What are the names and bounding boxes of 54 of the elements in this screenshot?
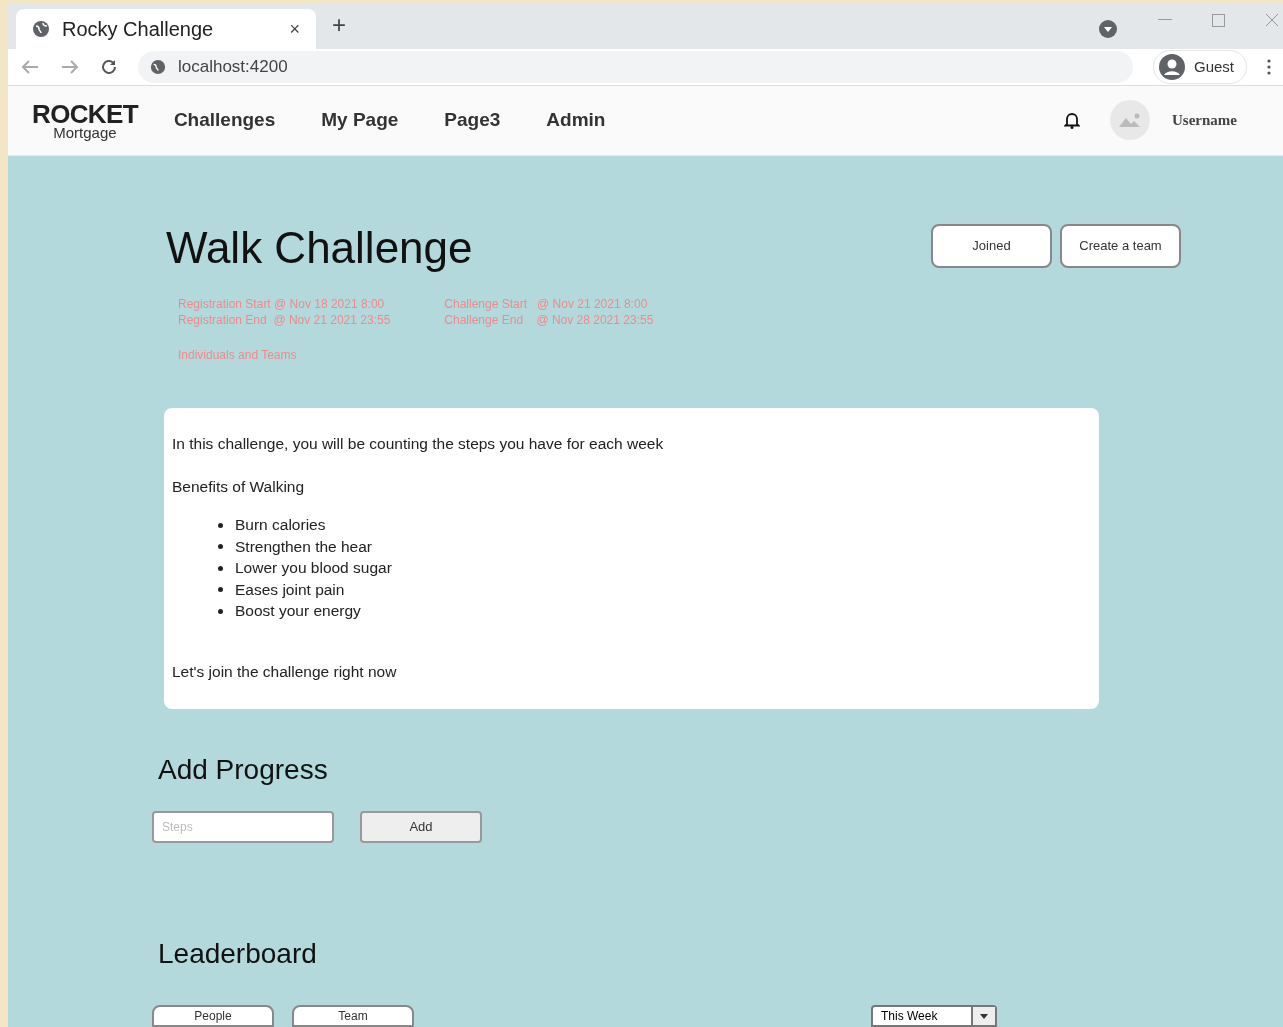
nav-link[interactable]: Challenges bbox=[173, 106, 276, 135]
bell-icon[interactable] bbox=[1064, 111, 1080, 130]
leaderboard-tab[interactable]: Team bbox=[292, 1005, 414, 1027]
caret-icon bbox=[980, 1013, 988, 1019]
globe-icon bbox=[32, 20, 50, 39]
leaderboard-tab[interactable]: People bbox=[152, 1005, 274, 1027]
close-icon[interactable] bbox=[1265, 13, 1279, 28]
username[interactable]: Username bbox=[1172, 109, 1237, 132]
bullet-icon bbox=[218, 522, 223, 528]
person-icon bbox=[1157, 53, 1186, 82]
action-button[interactable]: Create a team bbox=[1060, 223, 1181, 268]
maximize-icon[interactable] bbox=[1212, 14, 1225, 28]
add-button[interactable]: Add bbox=[360, 811, 482, 843]
period-dropdown[interactable]: This Week bbox=[871, 1005, 997, 1027]
benefit-item: Strengthen the hear bbox=[235, 536, 373, 557]
benefit-item: Burn calories bbox=[235, 515, 326, 536]
bullet-icon bbox=[218, 565, 223, 571]
section-title: Add Progress bbox=[158, 753, 329, 787]
section-title: Leaderboard bbox=[158, 937, 318, 971]
dropdown-icon[interactable] bbox=[1098, 19, 1118, 40]
avatar[interactable] bbox=[1110, 100, 1150, 141]
steps-input[interactable]: Steps bbox=[152, 811, 334, 843]
forward-icon[interactable] bbox=[60, 59, 80, 76]
nav-link[interactable]: My Page bbox=[321, 106, 399, 135]
closing-text: Let's join the challenge right now bbox=[172, 661, 398, 682]
new-tab-button[interactable]: + bbox=[332, 7, 346, 44]
benefit-item: Lower you blood sugar bbox=[235, 558, 392, 579]
logo[interactable]: ROCKET Mortgage bbox=[32, 100, 138, 140]
date-text: Registration Start @ Nov 18 2021 8:00 bbox=[178, 295, 386, 312]
date-text: Registration End @ Nov 21 2021 23:55 bbox=[178, 311, 391, 328]
intro-text: In this challenge, you will be counting the steps you have for each week bbox=[172, 433, 665, 454]
close-tab-button[interactable]: × bbox=[289, 15, 300, 43]
bullet-icon bbox=[218, 608, 223, 614]
bullet-icon bbox=[218, 544, 223, 549]
minimize-icon[interactable] bbox=[1158, 19, 1172, 22]
challenge-type: Individuals and Teams bbox=[177, 346, 298, 364]
nav-link[interactable]: Admin bbox=[546, 106, 606, 135]
back-icon[interactable] bbox=[20, 59, 40, 76]
reload-icon[interactable] bbox=[100, 58, 118, 77]
tab-title[interactable]: Rocky Challenge bbox=[62, 14, 278, 45]
menu-icon[interactable] bbox=[1267, 59, 1271, 76]
benefits-heading: Benefits of Walking bbox=[172, 477, 306, 497]
image-icon bbox=[1119, 113, 1141, 128]
benefit-item: Eases joint pain bbox=[235, 579, 345, 600]
action-button[interactable]: Joined bbox=[931, 223, 1052, 268]
address-bar[interactable]: localhost:4200 bbox=[138, 51, 1133, 84]
date-text: Challenge Start @ Nov 21 2021 8:00 bbox=[444, 295, 649, 312]
date-text: Challenge End @ Nov 28 2021 23:55 bbox=[444, 311, 654, 328]
page-title: Walk Challenge bbox=[166, 225, 474, 270]
bullet-icon bbox=[218, 587, 223, 592]
globe-icon bbox=[150, 59, 166, 76]
nav-link[interactable]: Page3 bbox=[444, 106, 501, 135]
url-text: localhost:4200 bbox=[178, 56, 288, 79]
benefit-item: Boost your energy bbox=[235, 601, 361, 622]
